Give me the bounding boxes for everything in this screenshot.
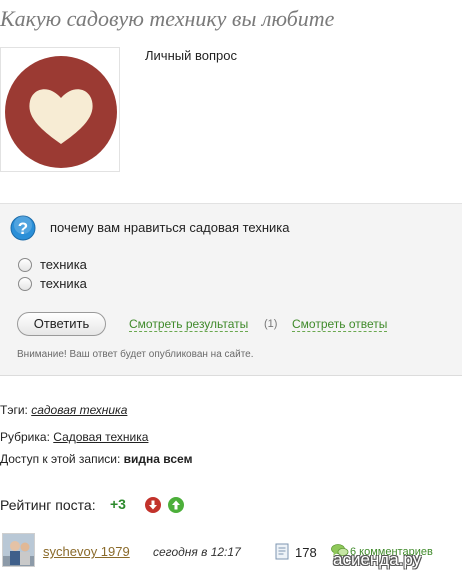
- rubric-label: Рубрика:: [0, 430, 50, 444]
- post-date: сегодня в 12:17: [153, 545, 241, 559]
- view-results-link[interactable]: Смотреть результаты: [129, 318, 249, 332]
- vote-up-icon[interactable]: [168, 497, 184, 513]
- personal-question-label: Личный вопрос: [145, 48, 237, 63]
- tag-link[interactable]: садовая техника: [31, 403, 127, 417]
- access-value: видна всем: [123, 452, 193, 466]
- vote-down-icon[interactable]: [145, 497, 161, 513]
- poll-question: почему вам нравиться садовая техника: [50, 220, 290, 235]
- radio-button[interactable]: [18, 257, 32, 272]
- publish-warning: Внимание! Ваш ответ будет опубликован на…: [17, 349, 254, 360]
- poll-option-label: техника: [40, 257, 87, 272]
- access-row: Доступ к этой записи: видна всем: [0, 452, 192, 466]
- poll-option[interactable]: техника: [18, 276, 87, 291]
- rating-label: Рейтинг поста:: [0, 497, 96, 513]
- author-link[interactable]: sychevoy 1979: [43, 544, 130, 559]
- post-image: [0, 47, 120, 172]
- heart-icon: [5, 56, 117, 168]
- access-label: Доступ к этой записи:: [0, 452, 121, 466]
- avatar[interactable]: [2, 533, 35, 567]
- svg-text:?: ?: [18, 219, 28, 238]
- rating-value: +3: [110, 496, 126, 512]
- radio-button[interactable]: [18, 276, 32, 291]
- results-count: (1): [264, 318, 278, 330]
- views-icon: [275, 543, 289, 560]
- post-title: Какую садовую технику вы любите: [0, 6, 335, 31]
- rubric-row: Рубрика: Садовая техника: [0, 430, 148, 444]
- site-watermark: асиенда.ру: [333, 550, 422, 569]
- tags-label: Тэги:: [0, 403, 28, 417]
- rubric-link[interactable]: Садовая техника: [53, 430, 148, 444]
- avatar-photo-icon: [3, 534, 34, 566]
- poll-option[interactable]: техника: [18, 257, 87, 272]
- views-count: 178: [295, 545, 317, 560]
- poll-box: ? почему вам нравиться садовая техника т…: [0, 203, 462, 376]
- question-icon: ?: [10, 215, 36, 241]
- answer-button[interactable]: Ответить: [17, 312, 106, 336]
- poll-option-label: техника: [40, 276, 87, 291]
- view-answers-link[interactable]: Смотреть ответы: [292, 318, 388, 332]
- tags-row: Тэги: садовая техника: [0, 403, 127, 417]
